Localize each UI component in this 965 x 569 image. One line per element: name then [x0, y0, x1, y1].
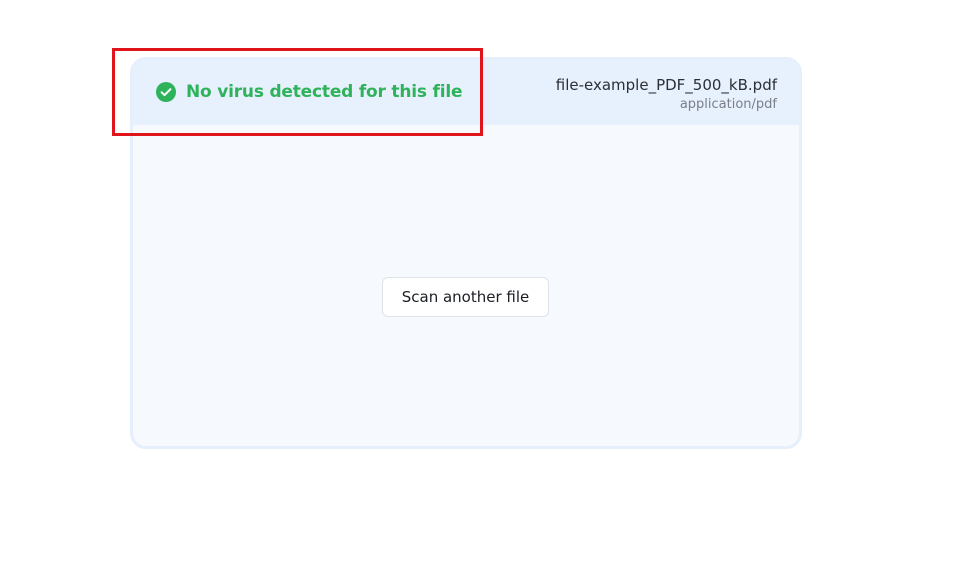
scan-another-file-button[interactable]: Scan another file [382, 277, 549, 317]
file-name: file-example_PDF_500_kB.pdf [555, 76, 777, 94]
file-type: application/pdf [679, 97, 777, 112]
scan-result-card: No virus detected for this file file-exa… [130, 57, 802, 449]
file-info: file-example_PDF_500_kB.pdf application/… [556, 74, 777, 114]
scan-status-text: No virus detected for this file [186, 82, 463, 102]
check-circle-icon [156, 82, 176, 102]
scan-result-header: No virus detected for this file file-exa… [133, 60, 799, 125]
scan-status: No virus detected for this file [156, 82, 462, 102]
